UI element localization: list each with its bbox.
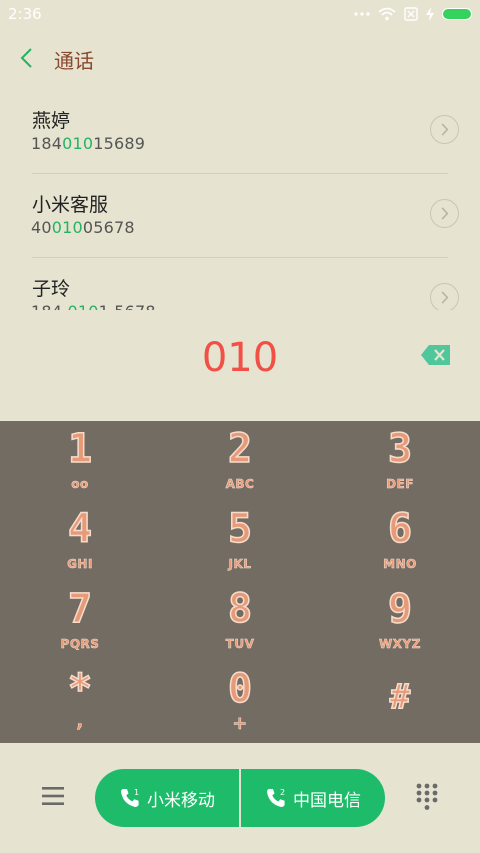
key-4[interactable]: 4 GHI: [0, 501, 160, 581]
phone-sim1-icon: 1: [121, 788, 139, 807]
key-letters: MNO: [383, 557, 417, 572]
number-prefix: 40: [31, 218, 52, 237]
key-digit: 4: [67, 506, 93, 552]
contact-detail-chevron-icon[interactable]: [430, 283, 459, 310]
status-icons: [354, 6, 472, 22]
key-letters: PQRS: [60, 637, 100, 652]
call-sim1-button[interactable]: 1 小米移动: [95, 769, 240, 827]
key-2[interactable]: 2 ABC: [160, 421, 320, 501]
sim2-badge: 2: [280, 788, 285, 797]
contact-item[interactable]: 子玲 184 0101 5678: [0, 258, 480, 310]
key-7[interactable]: 7 PQRS: [0, 581, 160, 661]
contact-name: 小米客服: [32, 194, 109, 216]
contact-number: 4001005678: [31, 218, 135, 237]
key-digit: 0: [227, 666, 253, 712]
more-dots-icon: [354, 12, 370, 16]
number-prefix: 184: [31, 134, 63, 153]
dial-keypad: 1 oo 2 ABC 3 DEF 4 GHI 5 JKL 6 MNO 7 PQRS 8 TUV …: [0, 421, 480, 743]
key-letters: ,: [76, 711, 84, 733]
wifi-icon: [378, 7, 396, 21]
dialpad-toggle-icon[interactable]: [416, 783, 438, 811]
key-digit: 5: [227, 506, 253, 552]
key-1[interactable]: 1 oo: [0, 421, 160, 501]
key-letters: +: [232, 713, 248, 735]
backspace-icon[interactable]: [420, 344, 452, 366]
call-button-group: 1 小米移动 2 中国电信: [95, 769, 385, 827]
key-letters: WXYZ: [379, 637, 421, 652]
contact-detail-chevron-icon[interactable]: [430, 115, 459, 144]
contact-name: 燕婷: [32, 110, 71, 132]
key-hash[interactable]: #: [320, 661, 480, 741]
key-digit: 3: [387, 426, 413, 472]
bottom-bar: 1 小米移动 2 中国电信: [0, 743, 480, 853]
back-arrow-icon[interactable]: [18, 46, 38, 70]
voicemail-icon: oo: [71, 477, 89, 492]
key-digit: 2: [227, 426, 253, 472]
page-title: 通话: [54, 49, 94, 73]
charging-icon: [426, 7, 434, 21]
key-digit: #: [389, 676, 411, 718]
key-digit: 8: [227, 586, 253, 632]
key-letters: TUV: [225, 637, 255, 652]
contact-number: 18401015689: [31, 134, 145, 153]
key-letters: GHI: [67, 557, 93, 572]
key-9[interactable]: 9 WXYZ: [320, 581, 480, 661]
key-5[interactable]: 5 JKL: [160, 501, 320, 581]
key-letters: ABC: [225, 477, 255, 492]
key-3[interactable]: 3 DEF: [320, 421, 480, 501]
key-digit: *: [67, 666, 93, 712]
contact-list: 燕婷 18401015689 小米客服 4001005678 子玲 184 01…: [0, 90, 480, 310]
contact-detail-chevron-icon[interactable]: [430, 199, 459, 228]
key-8[interactable]: 8 TUV: [160, 581, 320, 661]
key-letters: DEF: [386, 477, 414, 492]
contact-name: 子玲: [32, 278, 71, 300]
number-match: 010: [67, 302, 98, 310]
number-match: 010: [51, 218, 83, 237]
key-digit: 7: [67, 586, 93, 632]
menu-icon[interactable]: [40, 785, 66, 807]
phone-sim2-icon: 2: [267, 788, 285, 807]
no-sim-icon: [404, 7, 418, 21]
number-suffix: 1 5678: [99, 302, 156, 310]
sim2-carrier-label: 中国电信: [293, 791, 361, 811]
key-0[interactable]: 0 +: [160, 661, 320, 741]
number-match: 010: [62, 134, 94, 153]
number-suffix: 15689: [93, 134, 146, 153]
contact-number: 184 0101 5678: [31, 302, 156, 310]
number-suffix: 05678: [82, 218, 135, 237]
battery-icon: [442, 8, 472, 20]
status-bar: 2:36: [0, 0, 480, 28]
header: 通话: [0, 36, 480, 80]
key-6[interactable]: 6 MNO: [320, 501, 480, 581]
call-sim2-button[interactable]: 2 中国电信: [241, 769, 385, 827]
number-prefix: 184: [31, 302, 67, 310]
sim1-badge: 1: [134, 788, 139, 797]
key-digit: 6: [387, 506, 413, 552]
status-time: 2:36: [8, 5, 42, 23]
key-digit: 1: [67, 426, 93, 472]
contact-item[interactable]: 燕婷 18401015689: [0, 90, 480, 174]
key-star[interactable]: *,: [0, 661, 160, 741]
dialed-number: 010: [201, 335, 279, 381]
contact-item[interactable]: 小米客服 4001005678: [0, 174, 480, 258]
key-digit: 9: [387, 586, 413, 632]
key-letters: JKL: [228, 557, 252, 572]
sim1-carrier-label: 小米移动: [147, 791, 215, 811]
